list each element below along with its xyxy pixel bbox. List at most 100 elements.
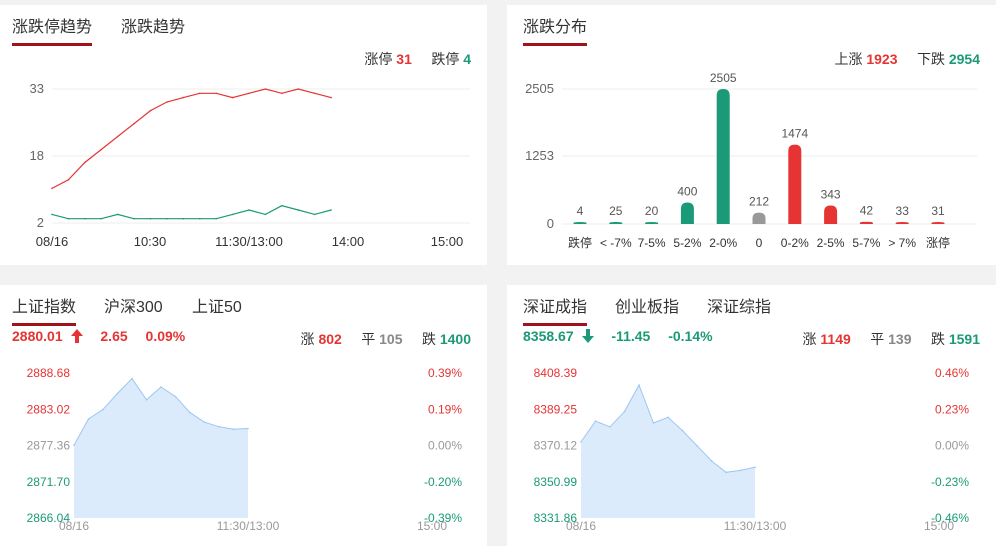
price-tick: 8370.12 <box>534 439 578 453</box>
series-point <box>116 135 119 138</box>
series-point <box>51 213 53 216</box>
category-label: 0-2% <box>781 236 809 250</box>
y-tick: 2 <box>37 215 44 230</box>
price-point <box>580 441 582 443</box>
bar-value-label: 2505 <box>710 71 737 85</box>
category-label: 5-7% <box>852 236 880 250</box>
series-point <box>84 161 86 164</box>
series-point <box>281 204 283 207</box>
price-point <box>594 420 597 422</box>
category-label: 7-5% <box>638 236 666 250</box>
series-point <box>264 213 267 216</box>
y-tick: 33 <box>30 81 44 96</box>
category-label: > 7% <box>888 236 916 250</box>
price-point <box>681 429 684 432</box>
price-point <box>652 422 655 424</box>
distribution-bar <box>788 144 802 224</box>
price-point <box>102 408 104 411</box>
distribution-chart: 2505 1253 0 4 跌停 25 < -7% 20 7-5% 400 5-2% 2505 2… <box>525 71 977 250</box>
series-point <box>215 92 217 95</box>
sh-intraday-chart: 2888.68 0.39% 2883.02 0.19% 2877.36 0.00% 2871… <box>27 366 463 533</box>
distribution-bar <box>895 222 909 224</box>
x-tick: 11:30/13:00 <box>217 519 280 533</box>
distribution-bar <box>824 205 838 224</box>
pct-tick: 0.46% <box>935 366 969 380</box>
bar-value-label: 20 <box>645 204 659 218</box>
bar-value-label: 42 <box>860 204 874 218</box>
category-label: 0 <box>756 236 763 250</box>
limit-up-series-line <box>51 88 332 189</box>
bar-value-label: 343 <box>821 188 841 202</box>
category-label: 涨停 <box>926 235 950 250</box>
series-point <box>133 122 135 125</box>
x-tick: 08/16 <box>566 519 596 533</box>
pct-tick: 0.23% <box>935 402 969 416</box>
bar-value-label: 25 <box>609 204 623 218</box>
distribution-bar <box>859 221 873 224</box>
price-point <box>247 427 249 430</box>
x-tick: 08/16 <box>36 234 69 249</box>
price-point <box>189 411 191 414</box>
series-point <box>313 213 316 216</box>
price-tick: 8408.39 <box>534 366 578 380</box>
price-tick: 8350.99 <box>534 475 578 489</box>
bar-value-label: 4 <box>577 204 584 218</box>
price-point <box>739 469 742 472</box>
series-point <box>166 101 168 103</box>
series-point <box>149 109 152 112</box>
series-point <box>248 92 250 95</box>
series-point <box>330 209 332 211</box>
x-tick: 11:30/13:00 <box>215 234 283 249</box>
y-tick: 0 <box>547 216 554 231</box>
series-point <box>133 217 135 220</box>
series-point <box>100 217 103 220</box>
sz-intraday-chart: 8408.39 0.46% 8389.25 0.23% 8370.12 0.00% 8350… <box>534 366 970 533</box>
bar-value-label: 1474 <box>781 127 808 141</box>
series-point <box>248 209 250 211</box>
price-point <box>145 399 148 401</box>
series-point <box>313 92 316 95</box>
series-point <box>166 217 168 220</box>
price-tick: 8389.25 <box>534 402 578 416</box>
price-point <box>131 377 133 380</box>
x-tick: 15:00 <box>417 519 447 533</box>
pct-tick: 0.00% <box>428 439 462 453</box>
series-point <box>51 187 53 190</box>
price-point <box>116 392 119 395</box>
series-point <box>67 217 70 220</box>
price-tick: 2871.70 <box>27 475 71 489</box>
price-tick: 2888.68 <box>27 366 71 380</box>
y-tick: 18 <box>30 148 44 163</box>
price-point <box>710 460 713 462</box>
series-point <box>182 96 185 99</box>
series-point <box>100 148 103 151</box>
series-point <box>199 217 201 220</box>
price-point <box>174 395 177 398</box>
category-label: 跌停 <box>568 235 592 250</box>
distribution-bar <box>716 89 730 224</box>
index-area-fill <box>581 385 755 518</box>
x-tick: 15:00 <box>431 234 464 249</box>
price-point <box>160 386 162 388</box>
pct-tick: -0.20% <box>424 475 462 489</box>
series-point <box>182 217 185 220</box>
category-label: 2-5% <box>817 236 845 250</box>
limit-trend-chart: 33 18 2 08/16 10:30 11:30/13:00 14:00 15… <box>30 81 470 249</box>
x-tick: 14:00 <box>332 234 365 249</box>
pct-tick: 0.19% <box>428 402 462 416</box>
price-point <box>623 410 626 413</box>
series-point <box>199 92 201 95</box>
category-label: < -7% <box>600 236 632 250</box>
distribution-bar <box>680 202 694 224</box>
series-point <box>231 96 234 99</box>
x-tick: 11:30/13:00 <box>724 519 787 533</box>
price-point <box>218 425 220 428</box>
sz-index-panel: 深证成指 创业板指 深证综指 8358.67 -11.45 -0.14% 涨 1… <box>507 285 996 546</box>
x-tick: 10:30 <box>134 234 167 249</box>
price-point <box>638 384 640 386</box>
distribution-bar <box>609 222 623 224</box>
series-point <box>149 217 152 220</box>
distribution-bar <box>573 222 587 224</box>
price-point <box>725 471 727 474</box>
series-point <box>116 213 119 216</box>
